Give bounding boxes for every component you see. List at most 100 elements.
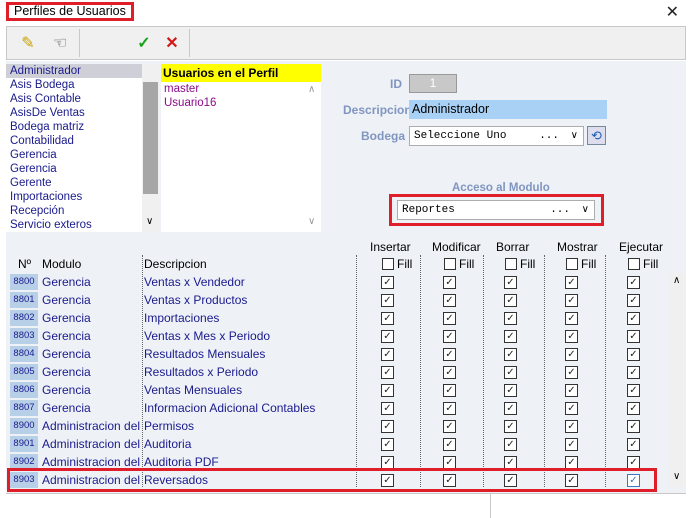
permission-checkbox[interactable]: ✓ bbox=[443, 384, 456, 397]
table-row[interactable]: 8804 Gerencia Resultados Mensuales ✓ ✓ ✓ ✓ ✓ bbox=[6, 345, 668, 363]
profile-item[interactable]: Servicio exteros bbox=[6, 218, 159, 232]
col-header: Insertar bbox=[370, 240, 411, 254]
permission-checkbox[interactable]: ✓ bbox=[627, 348, 640, 361]
permission-checkbox[interactable]: ✓ bbox=[381, 366, 394, 379]
col-header: Modificar bbox=[432, 240, 481, 254]
permission-checkbox[interactable]: ✓ bbox=[381, 330, 394, 343]
table-row[interactable]: 8900 Administracion del Permisos ✓ ✓ ✓ ✓ ✓ bbox=[6, 417, 668, 435]
permission-checkbox[interactable]: ✓ bbox=[627, 402, 640, 415]
permission-checkbox[interactable]: ✓ bbox=[565, 438, 578, 451]
row-modulo: Gerencia bbox=[42, 293, 91, 307]
profile-item[interactable]: Contabilidad bbox=[6, 134, 159, 148]
users-list[interactable]: Usuarios en el Perfil master Usuario16 bbox=[161, 64, 321, 232]
permission-checkbox[interactable]: ✓ bbox=[504, 366, 517, 379]
row-number: 8803 bbox=[10, 328, 38, 344]
table-row[interactable]: 8801 Gerencia Ventas x Productos ✓ ✓ ✓ ✓ ✓ bbox=[6, 291, 668, 309]
user-item[interactable]: master bbox=[161, 82, 321, 96]
permission-checkbox[interactable]: ✓ bbox=[565, 348, 578, 361]
row-modulo: Administracion del bbox=[42, 419, 141, 433]
permission-checkbox[interactable]: ✓ bbox=[504, 330, 517, 343]
permission-checkbox[interactable]: ✓ bbox=[565, 312, 578, 325]
permission-checkbox[interactable]: ✓ bbox=[504, 420, 517, 433]
bodega-select[interactable]: Seleccione Uno ... ∨ bbox=[409, 126, 584, 146]
permission-checkbox[interactable]: ✓ bbox=[381, 384, 394, 397]
permission-checkbox[interactable]: ✓ bbox=[443, 276, 456, 289]
permission-checkbox[interactable]: ✓ bbox=[381, 438, 394, 451]
permission-checkbox[interactable]: ✓ bbox=[627, 384, 640, 397]
permission-checkbox[interactable]: ✓ bbox=[504, 348, 517, 361]
user-item[interactable]: Usuario16 bbox=[161, 96, 321, 110]
permission-checkbox[interactable]: ✓ bbox=[381, 294, 394, 307]
permission-checkbox[interactable]: ✓ bbox=[565, 402, 578, 415]
permission-checkbox[interactable]: ✓ bbox=[443, 312, 456, 325]
table-row[interactable]: 8807 Gerencia Informacion Adicional Contab… bbox=[6, 399, 668, 417]
permission-checkbox[interactable]: ✓ bbox=[627, 366, 640, 379]
grid-scrollbar[interactable]: ∧ ∨ bbox=[669, 273, 686, 487]
acceso-select[interactable]: Reportes ... ∨ bbox=[397, 200, 595, 220]
col-num: Nº bbox=[18, 257, 32, 271]
fill-checkbox[interactable]: Fill bbox=[566, 257, 596, 271]
permission-checkbox[interactable]: ✓ bbox=[627, 420, 640, 433]
permission-checkbox[interactable]: ✓ bbox=[443, 330, 456, 343]
profile-item[interactable]: Bodega matriz bbox=[6, 120, 159, 134]
profile-item[interactable]: Importaciones bbox=[6, 190, 159, 204]
profile-item[interactable]: Asis Bodega bbox=[6, 78, 159, 92]
permission-checkbox[interactable]: ✓ bbox=[565, 276, 578, 289]
permission-checkbox[interactable]: ✓ bbox=[443, 366, 456, 379]
fill-checkbox[interactable]: Fill bbox=[505, 257, 535, 271]
permission-checkbox[interactable]: ✓ bbox=[443, 420, 456, 433]
permission-checkbox[interactable]: ✓ bbox=[627, 438, 640, 451]
permission-checkbox[interactable]: ✓ bbox=[443, 294, 456, 307]
profiles-list[interactable]: Administrador Asis Bodega Asis Contable Asi… bbox=[6, 64, 159, 232]
fill-checkbox[interactable]: Fill bbox=[444, 257, 474, 271]
permission-checkbox[interactable]: ✓ bbox=[565, 330, 578, 343]
desc-field[interactable]: Administrador bbox=[409, 100, 607, 119]
permission-checkbox[interactable]: ✓ bbox=[504, 276, 517, 289]
permission-checkbox[interactable]: ✓ bbox=[565, 420, 578, 433]
edit-icon[interactable]: ✎ bbox=[15, 31, 41, 55]
users-scrollbar[interactable]: ∧ ∨ bbox=[304, 82, 321, 232]
permission-checkbox[interactable]: ✓ bbox=[504, 312, 517, 325]
permission-checkbox[interactable]: ✓ bbox=[627, 276, 640, 289]
profile-item[interactable]: Gerencia bbox=[6, 162, 159, 176]
permission-checkbox[interactable]: ✓ bbox=[381, 276, 394, 289]
status-bar bbox=[6, 493, 686, 518]
table-row[interactable]: 8803 Gerencia Ventas x Mes x Periodo ✓ ✓ ✓ ✓ ✓ bbox=[6, 327, 668, 345]
permission-checkbox[interactable]: ✓ bbox=[381, 420, 394, 433]
permission-checkbox[interactable]: ✓ bbox=[565, 294, 578, 307]
table-row[interactable]: 8901 Administracion del Auditoria ✓ ✓ ✓ ✓ ✓ bbox=[6, 435, 668, 453]
permission-checkbox[interactable]: ✓ bbox=[443, 348, 456, 361]
profile-item[interactable]: Asis Contable bbox=[6, 92, 159, 106]
profile-item[interactable]: Administrador bbox=[6, 64, 159, 78]
cancel-icon[interactable]: ✕ bbox=[159, 31, 185, 55]
permission-checkbox[interactable]: ✓ bbox=[504, 402, 517, 415]
table-row[interactable]: 8806 Gerencia Ventas Mensuales ✓ ✓ ✓ ✓ ✓ bbox=[6, 381, 668, 399]
profile-item[interactable]: Recepción bbox=[6, 204, 159, 218]
fill-checkbox[interactable]: Fill bbox=[628, 257, 658, 271]
table-row[interactable]: 8805 Gerencia Resultados x Periodo ✓ ✓ ✓ ✓ ✓ bbox=[6, 363, 668, 381]
permission-checkbox[interactable]: ✓ bbox=[381, 348, 394, 361]
profile-item[interactable]: Gerente bbox=[6, 176, 159, 190]
permission-checkbox[interactable]: ✓ bbox=[381, 312, 394, 325]
permission-checkbox[interactable]: ✓ bbox=[443, 402, 456, 415]
close-button[interactable]: ✕ bbox=[666, 2, 679, 22]
permission-checkbox[interactable]: ✓ bbox=[565, 384, 578, 397]
table-row[interactable]: 8802 Gerencia Importaciones ✓ ✓ ✓ ✓ ✓ bbox=[6, 309, 668, 327]
profile-item[interactable]: AsisDe Ventas bbox=[6, 106, 159, 120]
accept-icon[interactable]: ✓ bbox=[131, 31, 157, 55]
permission-checkbox[interactable]: ✓ bbox=[504, 384, 517, 397]
refresh-icon[interactable]: ⟲ bbox=[587, 126, 606, 145]
fill-checkbox[interactable]: Fill bbox=[382, 257, 412, 271]
permission-checkbox[interactable]: ✓ bbox=[627, 294, 640, 307]
permission-checkbox[interactable]: ✓ bbox=[381, 402, 394, 415]
pointer-icon[interactable]: ☜ bbox=[47, 31, 73, 55]
profiles-scrollbar[interactable]: ∨ bbox=[142, 64, 159, 232]
permission-checkbox[interactable]: ✓ bbox=[627, 330, 640, 343]
table-row[interactable]: 8800 Gerencia Ventas x Vendedor ✓ ✓ ✓ ✓ ✓ bbox=[6, 273, 668, 291]
permission-checkbox[interactable]: ✓ bbox=[443, 438, 456, 451]
permission-checkbox[interactable]: ✓ bbox=[504, 438, 517, 451]
permission-checkbox[interactable]: ✓ bbox=[627, 312, 640, 325]
profile-item[interactable]: Gerencia bbox=[6, 148, 159, 162]
permission-checkbox[interactable]: ✓ bbox=[504, 294, 517, 307]
permission-checkbox[interactable]: ✓ bbox=[565, 366, 578, 379]
